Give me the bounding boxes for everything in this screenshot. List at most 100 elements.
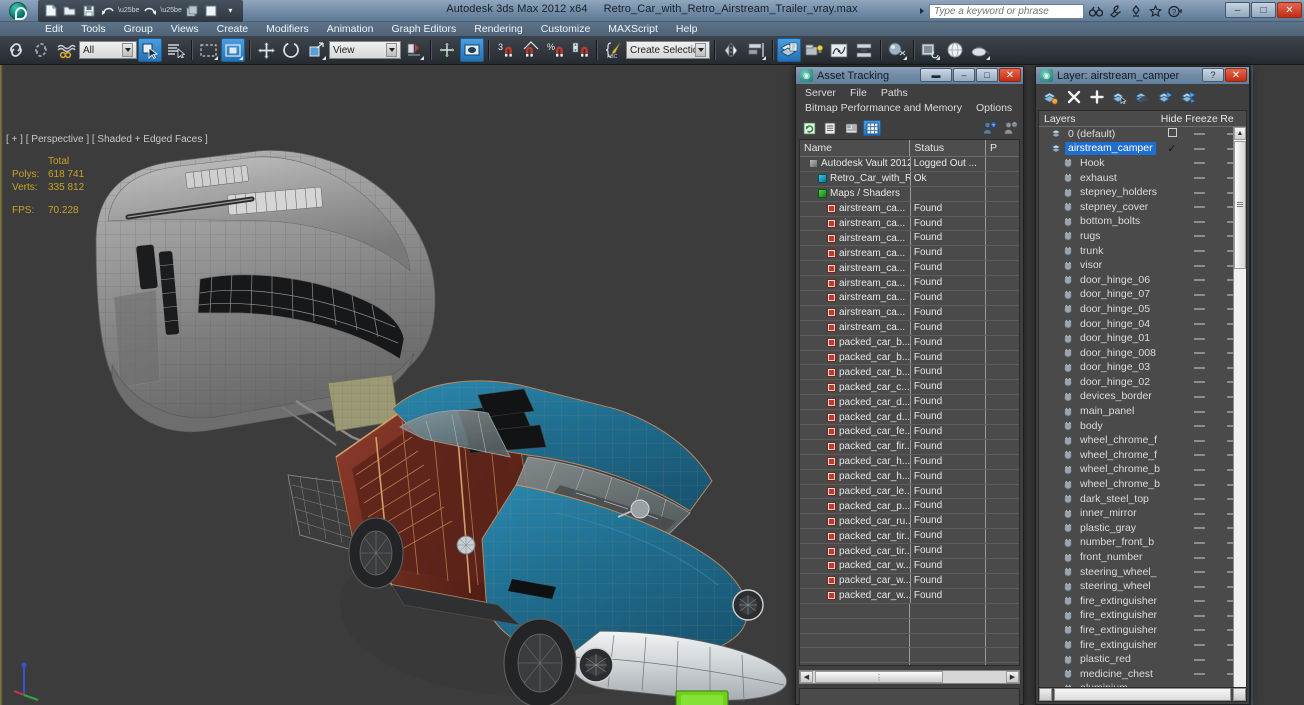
menu-item-maxscript[interactable]: MAXScript — [599, 22, 667, 36]
hide-toggle-dash[interactable] — [1194, 177, 1205, 180]
render-production-icon[interactable] — [968, 38, 992, 62]
layer-row[interactable]: door_hinge_06 — [1039, 273, 1238, 288]
edit-named-selection-sets-icon[interactable]: ABC — [601, 38, 625, 62]
hide-toggle-dash[interactable] — [1194, 644, 1205, 647]
layer-row[interactable]: stepney_holders — [1039, 185, 1238, 200]
layer-row[interactable]: airstream_camper ✓ — [1039, 142, 1238, 157]
align-icon[interactable] — [744, 38, 768, 62]
select-objects-in-highlighted-layers-icon[interactable] — [1111, 89, 1128, 105]
detail-view-icon[interactable] — [842, 120, 860, 136]
mirror-icon[interactable] — [719, 38, 743, 62]
hide-unhide-layers-icon[interactable] — [1157, 89, 1174, 105]
favorites-star-icon[interactable] — [1147, 3, 1164, 19]
chevron-down-icon[interactable] — [386, 43, 397, 57]
hide-toggle-dash[interactable] — [1194, 337, 1205, 340]
asset-row[interactable]: packed_car_fir... Found — [800, 439, 1019, 455]
hide-toggle-dash[interactable] — [1194, 133, 1205, 136]
chevron-down-icon[interactable] — [695, 43, 706, 57]
hide-toggle-dash[interactable] — [1194, 673, 1205, 676]
column-header-freeze[interactable]: Freeze — [1185, 113, 1218, 125]
select-by-name-icon[interactable] — [163, 38, 187, 62]
asset-row[interactable]: airstream_ca... Found — [800, 305, 1019, 321]
column-header-layers[interactable]: Layers — [1039, 113, 1158, 125]
hide-checkbox[interactable] — [1167, 128, 1177, 138]
layer-row[interactable]: body — [1039, 419, 1238, 434]
hide-toggle-dash[interactable] — [1194, 439, 1205, 442]
scrollbar-thumb[interactable] — [1234, 141, 1246, 269]
layer-row[interactable]: visor — [1039, 258, 1238, 273]
select-and-rotate-icon[interactable] — [279, 38, 303, 62]
chevron-down-icon[interactable] — [122, 43, 133, 57]
scrollbar-thumb[interactable]: ⋮ — [815, 671, 943, 683]
help-icon[interactable]: ? — [1167, 3, 1184, 19]
asset-row[interactable] — [800, 648, 1019, 664]
freeze-unfreeze-layers-icon[interactable] — [1180, 89, 1197, 105]
asset-row[interactable]: packed_car_tir... Found — [800, 529, 1019, 545]
hide-toggle-dash[interactable] — [1194, 147, 1205, 150]
minimize-button[interactable]: – — [1225, 2, 1250, 18]
hide-toggle-dash[interactable] — [1194, 571, 1205, 574]
layer-row[interactable]: door_hinge_02 — [1039, 375, 1238, 390]
column-header-status[interactable]: Status — [910, 140, 986, 156]
menu-item-customize[interactable]: Customize — [532, 22, 600, 36]
asset-row[interactable] — [800, 663, 1019, 665]
column-header-name[interactable]: Name — [800, 140, 911, 156]
select-and-manipulate-icon[interactable] — [460, 38, 484, 62]
render-setup-icon[interactable] — [918, 38, 942, 62]
asset-row[interactable]: packed_car_le... Found — [800, 484, 1019, 500]
layer-row[interactable]: plastic_gray — [1039, 521, 1238, 536]
layer-row[interactable]: exhaust — [1039, 171, 1238, 186]
asset-row[interactable]: packed_car_b... Found — [800, 365, 1019, 381]
column-header-path[interactable]: P — [986, 140, 1019, 156]
customize-qat-icon[interactable]: ▾ — [222, 2, 239, 19]
asset-row[interactable]: airstream_ca... Found — [800, 276, 1019, 292]
curve-editor-icon[interactable] — [827, 38, 851, 62]
layer-row[interactable]: 0 (default) — [1039, 127, 1238, 142]
layer-manager-icon[interactable] — [777, 38, 801, 62]
hide-toggle-dash[interactable] — [1194, 614, 1205, 617]
menu-item-tools[interactable]: Tools — [72, 22, 115, 36]
unlink-selection-icon[interactable] — [29, 38, 53, 62]
menu-item-views[interactable]: Views — [162, 22, 208, 36]
layer-row[interactable]: number_front_b — [1039, 536, 1238, 551]
hide-toggle-dash[interactable] — [1194, 264, 1205, 267]
asset-row[interactable]: packed_car_h... Found — [800, 469, 1019, 485]
menu-item-rendering[interactable]: Rendering — [465, 22, 531, 36]
list-view-icon[interactable] — [821, 120, 839, 136]
layer-row[interactable]: bottom_bolts — [1039, 215, 1238, 230]
hide-toggle-dash[interactable] — [1194, 395, 1205, 398]
minimize-button[interactable]: – — [953, 68, 975, 82]
use-center-icon[interactable] — [435, 38, 459, 62]
bind-to-space-warp-icon[interactable] — [54, 38, 78, 62]
hide-toggle-dash[interactable] — [1194, 308, 1205, 311]
open-file-icon[interactable] — [61, 2, 78, 19]
menu-item-modifiers[interactable]: Modifiers — [257, 22, 318, 36]
footer-button2-icon[interactable] — [1233, 688, 1246, 701]
footer-button-icon[interactable] — [1039, 688, 1052, 701]
hide-toggle-dash[interactable] — [1194, 600, 1205, 603]
asset-row[interactable]: packed_car_w... Found — [800, 559, 1019, 574]
hide-toggle-dash[interactable] — [1194, 366, 1205, 369]
asset-row[interactable]: packed_car_fe... Found — [800, 425, 1019, 440]
roll-up-button[interactable]: ▬ — [920, 68, 952, 82]
menu-item-animation[interactable]: Animation — [318, 22, 383, 36]
hide-toggle-dash[interactable] — [1194, 585, 1205, 588]
hide-toggle-dash[interactable] — [1194, 541, 1205, 544]
add-selected-objects-to-layer-icon[interactable] — [1088, 89, 1105, 105]
layer-row[interactable]: rugs — [1039, 229, 1238, 244]
delete-highlighted-empty-layers-icon[interactable] — [1065, 89, 1082, 105]
render-setup-icon[interactable] — [203, 2, 220, 19]
layer-row[interactable]: devices_border — [1039, 390, 1238, 405]
asset-row[interactable]: Autodesk Vault 2012 Logged Out ... — [800, 157, 1019, 172]
rendered-frame-window-icon[interactable] — [943, 38, 967, 62]
footer-field[interactable] — [1054, 688, 1231, 701]
column-header-render[interactable]: Re — [1218, 113, 1236, 125]
asset-row[interactable]: airstream_ca... Found — [800, 231, 1019, 247]
layer-row[interactable]: wheel_chrome_f — [1039, 448, 1238, 463]
application-menu-button[interactable] — [0, 0, 36, 22]
hide-toggle-dash[interactable] — [1194, 293, 1205, 296]
layer-manager-grid[interactable]: Layers Hide Freeze Re 0 (default) airstre… — [1038, 110, 1247, 696]
layer-row[interactable]: wheel_chrome_b — [1039, 463, 1238, 478]
asset-row[interactable]: packed_car_d... Found — [800, 395, 1019, 411]
asset-row[interactable] — [800, 618, 1019, 634]
